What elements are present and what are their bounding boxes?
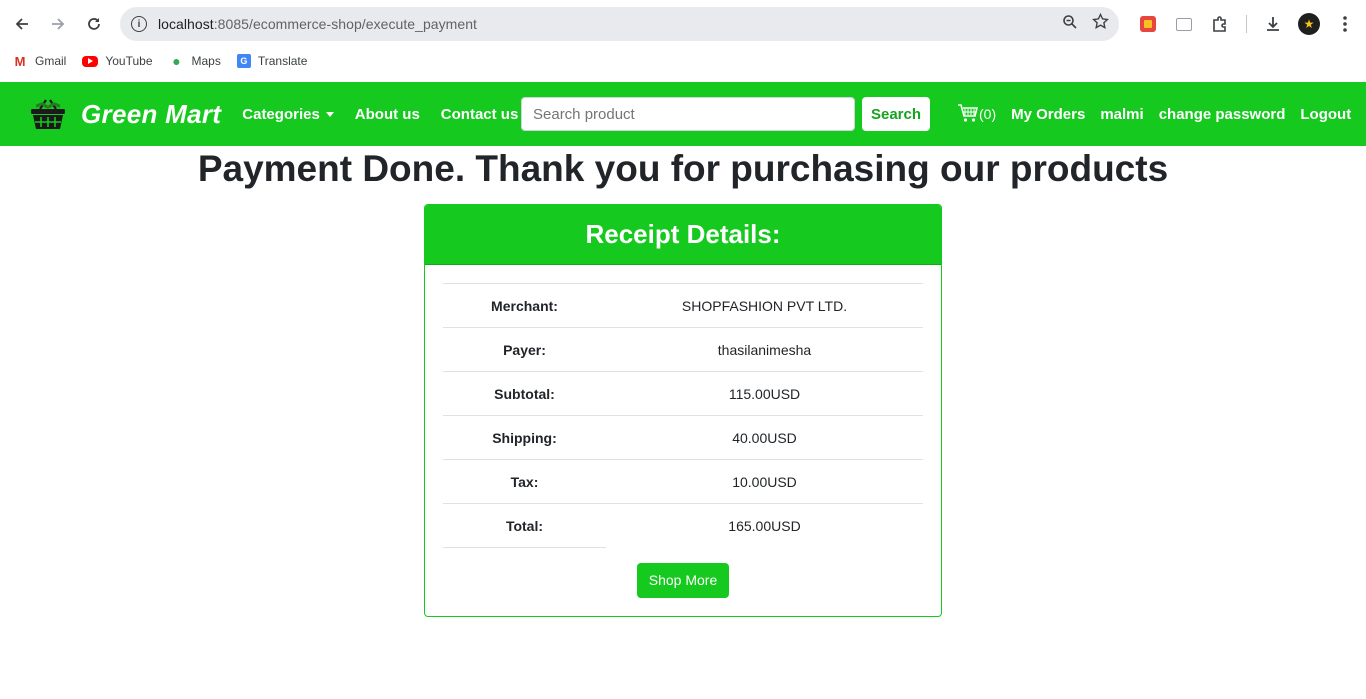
bookmarks-bar: M Gmail YouTube ● Maps G Translate	[0, 50, 1366, 72]
bookmark-label: Gmail	[35, 54, 67, 68]
bookmark-gmail[interactable]: M Gmail	[12, 53, 67, 69]
page-title: Payment Done. Thank you for purchasing o…	[197, 148, 1169, 189]
browser-toolbar: i localhost:8085/ecommerce-shop/execute_…	[0, 6, 1366, 42]
cart-icon	[957, 103, 979, 126]
browser-chrome: i localhost:8085/ecommerce-shop/execute_…	[0, 0, 1366, 82]
site-info-icon[interactable]: i	[122, 7, 156, 41]
site-navbar: Green Mart Categories About us Contact u…	[0, 82, 1366, 146]
contact-us-link[interactable]: Contact us	[441, 106, 519, 123]
logout-link[interactable]: Logout	[1300, 106, 1351, 123]
table-row: Shipping: 40.00USD	[443, 415, 923, 460]
receipt-title: Receipt Details:	[425, 205, 941, 265]
bookmark-label: Maps	[191, 54, 221, 68]
table-row: Subtotal: 115.00USD	[443, 371, 923, 416]
youtube-icon	[82, 55, 99, 67]
address-bar[interactable]: i localhost:8085/ecommerce-shop/execute_…	[120, 7, 1119, 41]
receipt-value: 115.00USD	[606, 371, 923, 416]
receipt-value: 40.00USD	[606, 415, 923, 460]
receipt-value: thasilanimesha	[606, 327, 923, 372]
receipt-table: Merchant: SHOPFASHION PVT LTD. Payer: thas…	[443, 283, 923, 548]
username-link[interactable]: malmi	[1100, 106, 1143, 123]
receipt-key: Merchant:	[443, 283, 606, 328]
change-password-link[interactable]: change password	[1159, 106, 1286, 123]
shop-more-button[interactable]: Shop More	[636, 563, 730, 598]
back-arrow-icon[interactable]	[4, 6, 40, 42]
table-row: Merchant: SHOPFASHION PVT LTD.	[443, 283, 923, 328]
zoom-icon[interactable]	[1062, 14, 1078, 35]
receipt-key: Total:	[443, 503, 606, 548]
bookmark-label: YouTube	[105, 54, 153, 68]
table-row: Total: 165.00USD	[443, 503, 923, 548]
extension-download-icon[interactable]	[1130, 6, 1166, 42]
menu-kebab-icon[interactable]	[1327, 6, 1363, 42]
receipt-key: Tax:	[443, 459, 606, 504]
gmail-icon: M	[14, 53, 26, 69]
receipt-card: Receipt Details: Merchant: SHOPFASHION PV…	[424, 204, 942, 617]
url-path: :8085/ecommerce-shop/execute_payment	[213, 16, 477, 32]
receipt-value: 10.00USD	[606, 459, 923, 504]
receipt-value: SHOPFASHION PVT LTD.	[606, 283, 923, 328]
receipt-key: Payer:	[443, 327, 606, 372]
receipt-key: Subtotal:	[443, 371, 606, 416]
receipt-key: Shipping:	[443, 415, 606, 460]
url-host: localhost	[158, 16, 214, 32]
brand-link[interactable]: Green Mart	[30, 97, 221, 131]
bookmark-star-icon[interactable]	[1092, 12, 1109, 35]
caret-down-icon	[325, 112, 334, 118]
categories-label: Categories	[242, 105, 320, 123]
table-row: Payer: thasilanimesha	[443, 327, 923, 372]
profile-avatar[interactable]: ★	[1291, 6, 1327, 42]
search-form: Search	[521, 97, 930, 131]
bookmark-youtube[interactable]: YouTube	[82, 54, 153, 68]
maps-icon: ●	[172, 53, 181, 69]
categories-dropdown[interactable]: Categories	[242, 106, 334, 123]
bookmark-label: Translate	[257, 54, 308, 68]
search-button[interactable]: Search	[862, 97, 930, 131]
cart-link[interactable]: (0)	[957, 103, 996, 126]
receipt-value: 165.00USD	[606, 503, 923, 548]
cast-icon[interactable]	[1166, 6, 1202, 42]
toolbar-divider	[1246, 15, 1247, 33]
forward-arrow-icon[interactable]	[40, 6, 76, 42]
downloads-icon[interactable]	[1255, 6, 1291, 42]
url-text[interactable]: localhost:8085/ecommerce-shop/execute_pa…	[158, 16, 477, 32]
translate-icon: G	[236, 54, 251, 68]
table-row: Tax: 10.00USD	[443, 459, 923, 504]
bookmark-maps[interactable]: ● Maps	[169, 53, 221, 69]
bookmark-translate[interactable]: G Translate	[236, 54, 308, 68]
extensions-puzzle-icon[interactable]	[1202, 6, 1238, 42]
about-us-link[interactable]: About us	[355, 106, 420, 123]
basket-logo-icon	[30, 97, 66, 131]
reload-icon[interactable]	[76, 6, 112, 42]
brand-name: Green Mart	[81, 98, 222, 129]
search-input[interactable]	[521, 97, 855, 131]
cart-count: (0)	[979, 106, 997, 122]
my-orders-link[interactable]: My Orders	[1011, 106, 1085, 123]
